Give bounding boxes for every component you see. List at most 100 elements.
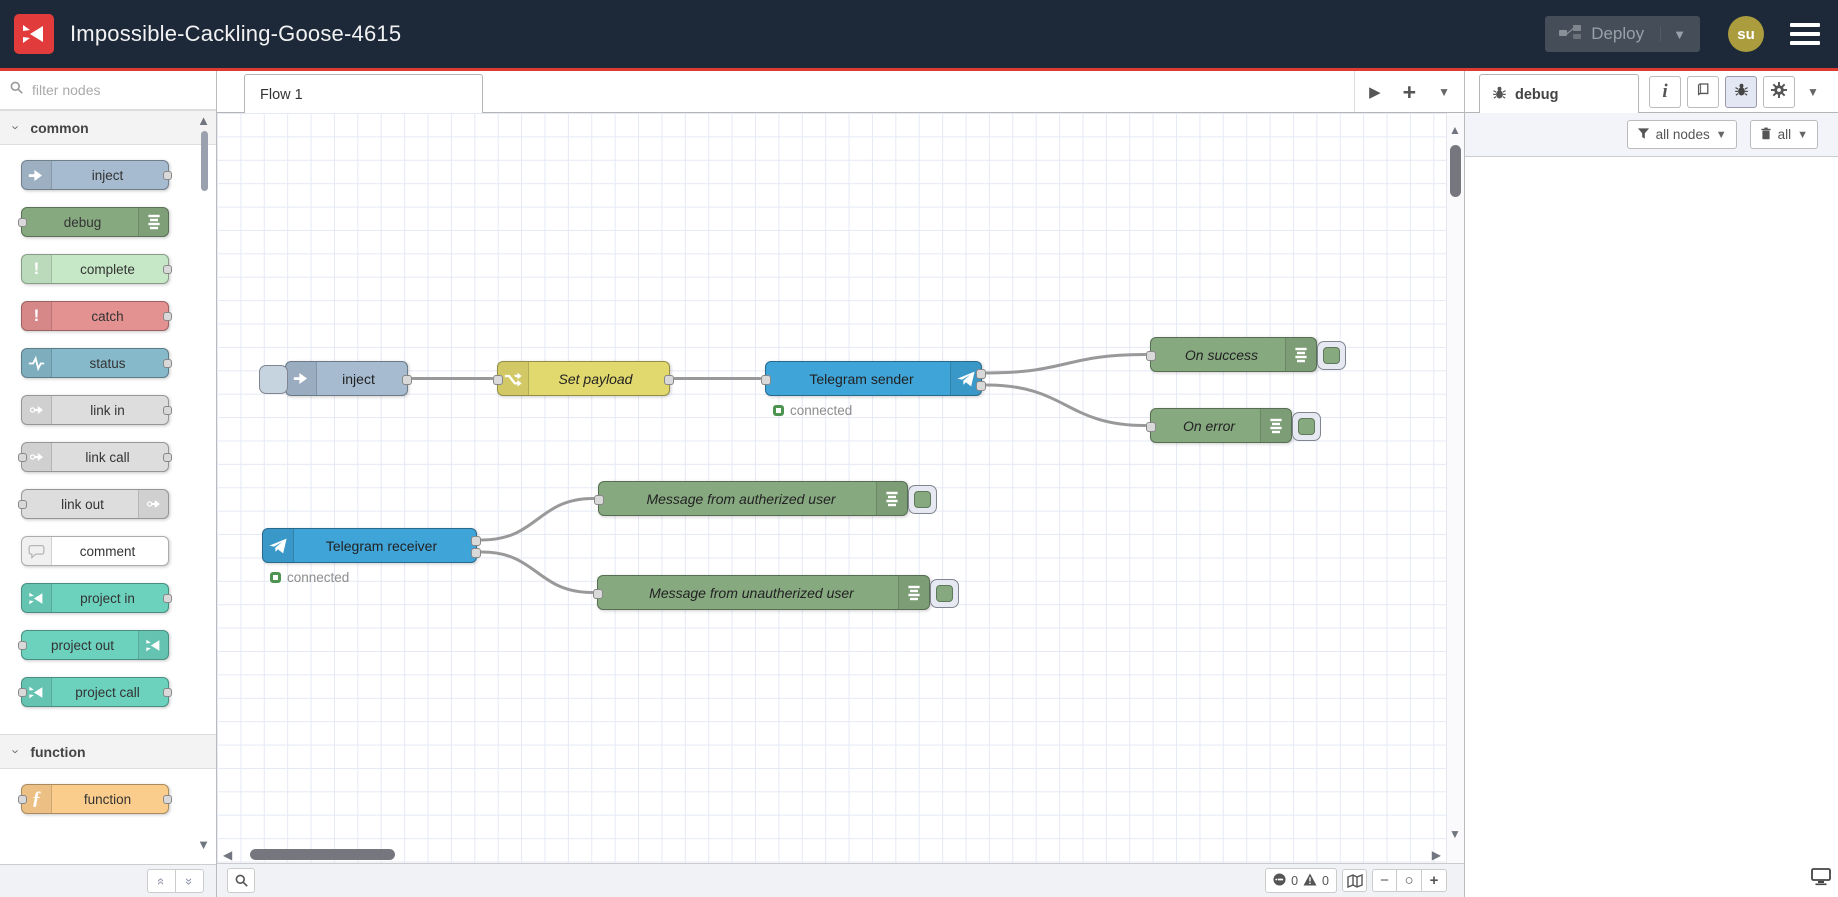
output-port[interactable] bbox=[471, 536, 481, 546]
palette-filter-input[interactable] bbox=[30, 81, 184, 99]
tab-debug[interactable]: debug bbox=[1479, 74, 1639, 114]
palette-node-project-call[interactable]: project call bbox=[18, 677, 172, 707]
output-port[interactable] bbox=[163, 594, 172, 603]
output-port[interactable] bbox=[163, 312, 172, 321]
deploy-options-caret-icon[interactable]: ▼ bbox=[1660, 26, 1686, 42]
canvas-search-button[interactable] bbox=[227, 868, 255, 893]
debug-enable-toggle[interactable] bbox=[908, 485, 937, 514]
flow-node-telegram-sender[interactable]: Telegram sender bbox=[761, 361, 986, 396]
flow-canvas[interactable]: ▲ ▼ ◀ ▶ inject Set payload Telegram sender… bbox=[217, 113, 1464, 863]
palette-node-project-out[interactable]: project out bbox=[18, 630, 169, 660]
output-port[interactable] bbox=[163, 171, 172, 180]
debug-enable-toggle[interactable] bbox=[930, 579, 959, 608]
palette-category-function[interactable]: › function bbox=[0, 734, 216, 769]
debug-enable-toggle[interactable] bbox=[1317, 341, 1346, 370]
debug-clear-button[interactable]: all ▼ bbox=[1749, 120, 1818, 149]
palette-expand-all-button[interactable]: » bbox=[176, 869, 204, 893]
zoom-reset-button[interactable]: ○ bbox=[1397, 869, 1422, 892]
debug-enable-toggle[interactable] bbox=[1292, 412, 1321, 441]
palette-category-common[interactable]: › common bbox=[0, 110, 216, 145]
zoom-in-button[interactable]: + bbox=[1422, 869, 1447, 892]
flow-node-on-success[interactable]: On success bbox=[1146, 337, 1346, 372]
output-port[interactable] bbox=[163, 453, 172, 462]
output-port[interactable] bbox=[471, 548, 481, 558]
main-menu-icon[interactable] bbox=[1790, 23, 1820, 45]
flow-node-on-error[interactable]: On error bbox=[1146, 408, 1321, 443]
output-port[interactable] bbox=[402, 374, 412, 385]
input-port[interactable] bbox=[18, 218, 27, 227]
zoom-out-button[interactable]: − bbox=[1372, 869, 1397, 892]
input-port[interactable] bbox=[18, 688, 27, 697]
input-port[interactable] bbox=[1146, 350, 1156, 361]
wire-telegram-sender-to-on-success[interactable] bbox=[985, 353, 1147, 375]
error-icon bbox=[1273, 872, 1286, 889]
input-port[interactable] bbox=[18, 795, 27, 804]
next-tab-icon[interactable]: ▶ bbox=[1369, 83, 1381, 101]
input-port[interactable] bbox=[493, 374, 503, 385]
scroll-up-icon[interactable]: ▲ bbox=[1449, 123, 1461, 137]
flow-node-msg-unauth[interactable]: Message from unautherized user bbox=[593, 575, 959, 610]
flow-node-inject[interactable]: inject bbox=[259, 361, 412, 396]
deploy-button[interactable]: Deploy ▼ bbox=[1545, 16, 1700, 52]
palette-node-link-out[interactable]: link out bbox=[18, 489, 169, 519]
input-port[interactable] bbox=[18, 500, 27, 509]
palette-node-status[interactable]: status bbox=[21, 348, 172, 378]
palette-node-link-in[interactable]: link in bbox=[21, 395, 172, 425]
input-port[interactable] bbox=[593, 588, 603, 599]
sidebar-tabs-caret-icon[interactable]: ▼ bbox=[1807, 85, 1819, 99]
debug-tab-button[interactable] bbox=[1725, 76, 1757, 108]
palette-node-inject[interactable]: inject bbox=[21, 160, 172, 190]
palette-node-function[interactable]: ƒ function bbox=[18, 784, 172, 814]
canvas-horizontal-scrollbar[interactable]: ◀ ▶ bbox=[217, 846, 1447, 863]
output-port[interactable] bbox=[664, 374, 674, 385]
navigator-button[interactable] bbox=[1342, 869, 1367, 892]
output-port[interactable] bbox=[163, 265, 172, 274]
palette-scrollbar[interactable] bbox=[201, 131, 208, 191]
output-port[interactable] bbox=[163, 359, 172, 368]
scroll-right-icon[interactable]: ▶ bbox=[1432, 848, 1441, 862]
user-avatar[interactable]: su bbox=[1728, 16, 1764, 52]
palette-collapse-all-button[interactable]: « bbox=[147, 869, 176, 893]
wire-telegram-receiver-to-msg-unauth[interactable] bbox=[480, 550, 594, 594]
palette-node-label: link out bbox=[61, 496, 104, 512]
flow-node-telegram-receiver[interactable]: Telegram receiver bbox=[262, 528, 481, 563]
flow-list-caret-icon[interactable]: ▼ bbox=[1438, 85, 1450, 99]
scroll-left-icon[interactable]: ◀ bbox=[223, 848, 232, 862]
input-port[interactable] bbox=[18, 641, 27, 650]
node-label: inject bbox=[342, 370, 375, 387]
palette-node-catch[interactable]: ! catch bbox=[21, 301, 172, 331]
palette-search[interactable] bbox=[0, 71, 216, 110]
node-red-app: Impossible-Cackling-Goose-4615 Deploy ▼ … bbox=[0, 0, 1838, 897]
wire-telegram-receiver-to-msg-auth[interactable] bbox=[480, 497, 595, 542]
input-port[interactable] bbox=[594, 494, 604, 505]
info-tab-button[interactable]: i bbox=[1649, 76, 1681, 108]
node-red-logo-icon bbox=[14, 14, 54, 54]
palette-node-debug[interactable]: debug bbox=[18, 207, 169, 237]
help-tab-button[interactable] bbox=[1687, 76, 1719, 108]
palette-node-link-call[interactable]: link call bbox=[18, 442, 172, 472]
debug-filter-button[interactable]: all nodes ▼ bbox=[1626, 120, 1737, 149]
canvas-vertical-scrollbar[interactable]: ▲ ▼ bbox=[1446, 113, 1464, 863]
output-port[interactable] bbox=[163, 406, 172, 415]
output-port[interactable] bbox=[976, 369, 986, 379]
output-port[interactable] bbox=[163, 688, 172, 697]
flow-node-msg-auth[interactable]: Message from autherized user bbox=[594, 481, 937, 516]
tab-flow-1[interactable]: Flow 1 bbox=[244, 74, 483, 114]
palette-scroll-down-icon[interactable]: ▼ bbox=[197, 837, 210, 852]
palette-scroll-up-icon[interactable]: ▲ bbox=[197, 113, 210, 128]
palette-node-label: complete bbox=[80, 261, 135, 277]
output-port[interactable] bbox=[163, 795, 172, 804]
palette-node-comment[interactable]: comment bbox=[21, 536, 169, 566]
config-tab-button[interactable] bbox=[1763, 76, 1795, 108]
chevron-down-icon: › bbox=[8, 125, 24, 130]
input-port[interactable] bbox=[18, 453, 27, 462]
input-port[interactable] bbox=[761, 374, 771, 385]
palette-node-project-in[interactable]: project in bbox=[21, 583, 172, 613]
scroll-down-icon[interactable]: ▼ bbox=[1449, 827, 1461, 841]
flow-node-set-payload[interactable]: Set payload bbox=[493, 361, 674, 396]
input-port[interactable] bbox=[1146, 421, 1156, 432]
inject-trigger-button[interactable] bbox=[259, 365, 288, 394]
wire-telegram-sender-to-on-error[interactable] bbox=[985, 383, 1147, 427]
palette-node-complete[interactable]: ! complete bbox=[21, 254, 172, 284]
output-port[interactable] bbox=[976, 381, 986, 391]
